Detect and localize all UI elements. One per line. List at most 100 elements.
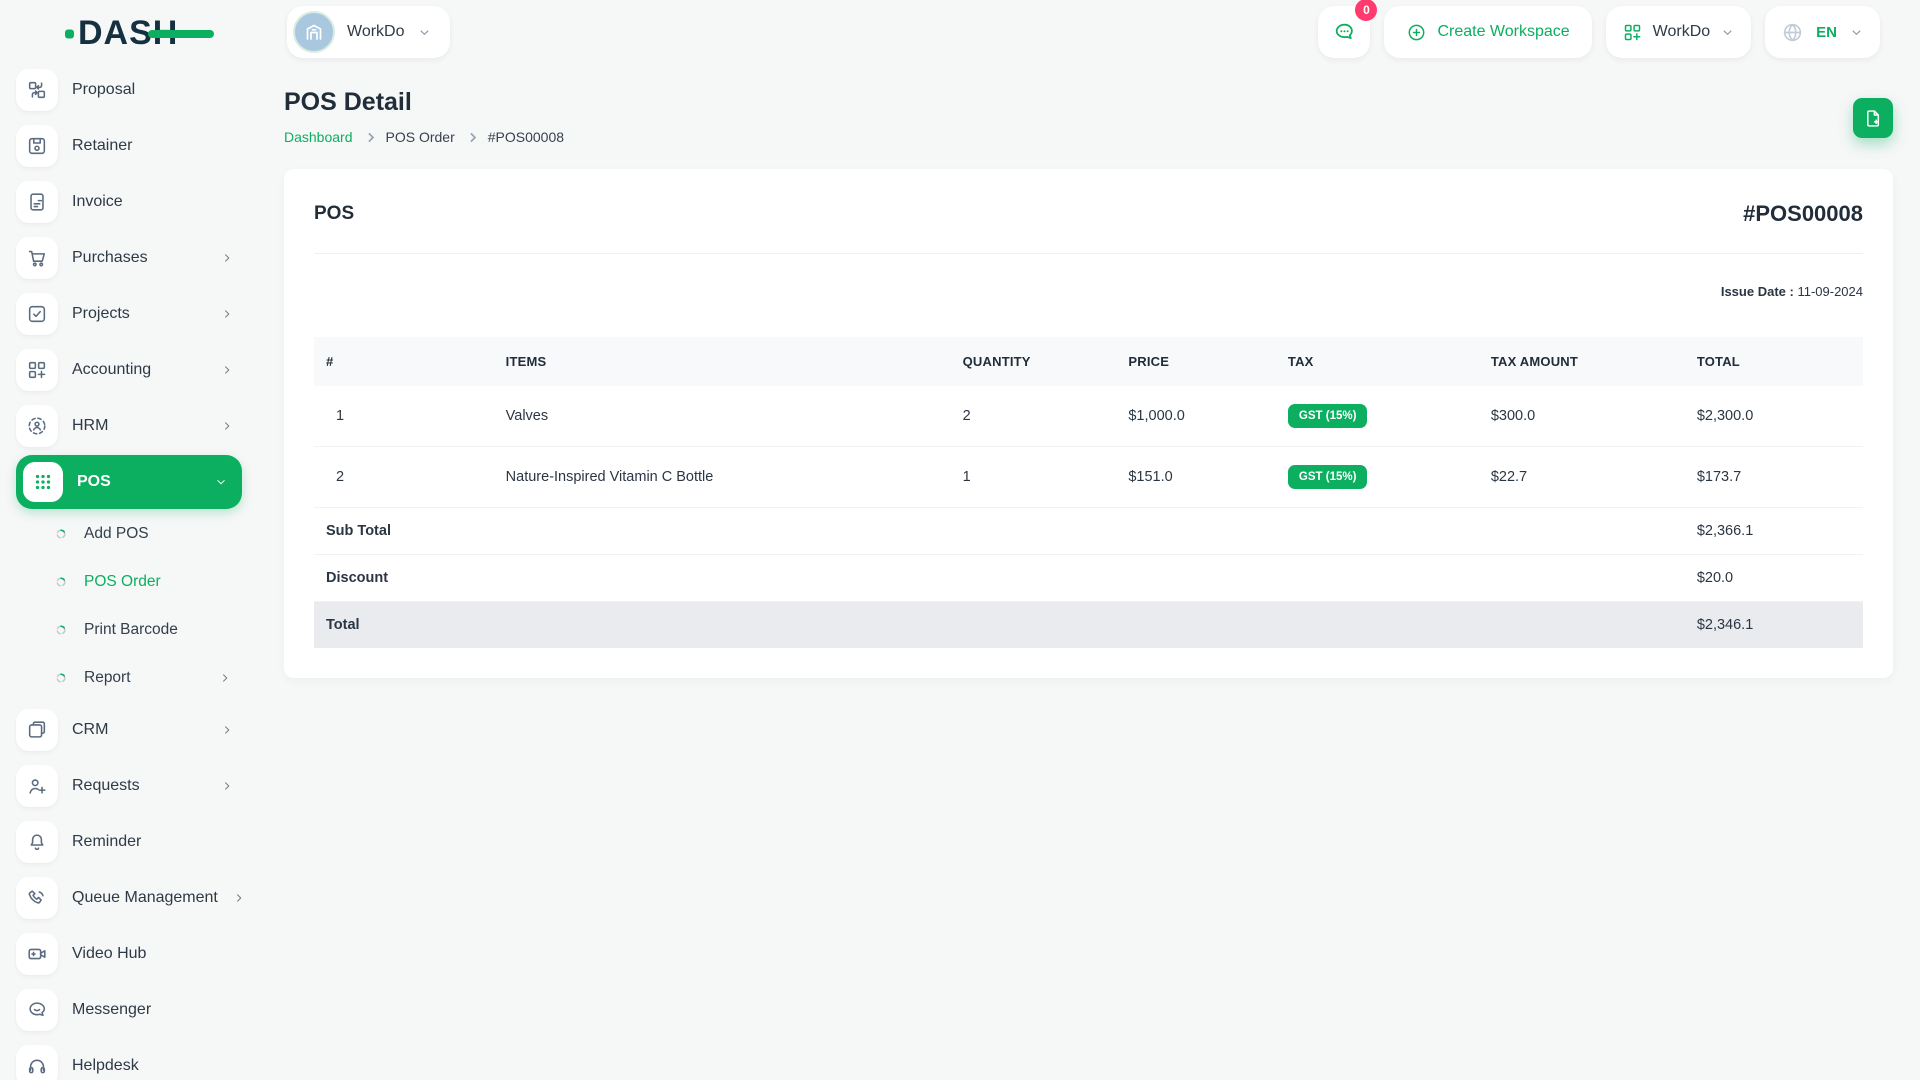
workspace-switcher[interactable]: WorkDo	[287, 6, 450, 58]
bullet-icon	[54, 575, 68, 589]
sidebar-subitem-label: Report	[84, 669, 131, 686]
sidebar-item[interactable]: Helpdesk	[16, 1038, 242, 1080]
breadcrumb-item[interactable]: POS Order	[386, 129, 455, 145]
sidebar-subitem[interactable]: POS Order	[16, 558, 242, 606]
sidebar-item-label: Video Hub	[72, 945, 147, 962]
page-header: POS Detail Dashboard POS Order #POS00008	[284, 82, 1893, 145]
pos-number: #POS00008	[1743, 201, 1863, 226]
table-row: 2 Nature-Inspired Vitamin C Bottle 1 $15…	[314, 446, 1863, 508]
breadcrumb-separator-icon	[466, 132, 477, 142]
cell-total: $173.7	[1684, 446, 1863, 508]
chevron-down-icon	[1849, 25, 1864, 40]
pos-detail-card: POS #POS00008 Issue Date : 11-09-2024 # I…	[284, 169, 1893, 678]
sidebar-item-icon-box	[16, 237, 58, 279]
sidebar-item-icon-box	[16, 765, 58, 807]
helpdesk-icon	[26, 1055, 48, 1077]
cell-price: $1,000.0	[1116, 386, 1276, 447]
cell-tax-amount: $300.0	[1478, 386, 1685, 447]
create-workspace-button[interactable]: Create Workspace	[1384, 6, 1592, 58]
bullet-icon	[54, 671, 68, 685]
app-logo[interactable]: DASH	[65, 14, 215, 53]
sidebar-item-icon-box	[16, 933, 58, 975]
sidebar-subitem[interactable]: Print Barcode	[16, 606, 242, 654]
table-column-header: TAX AMOUNT	[1478, 337, 1685, 386]
breadcrumb-item: #POS00008	[487, 129, 565, 145]
apps-dropdown[interactable]: WorkDo	[1605, 6, 1752, 58]
cell-quantity: 1	[950, 446, 1117, 508]
hrm-icon	[26, 415, 48, 437]
tax-badge: GST (15%)	[1287, 465, 1368, 489]
sidebar-item-icon-box	[16, 349, 58, 391]
sidebar-item-label: Proposal	[72, 81, 136, 98]
summary-row: Total $2,346.1	[314, 601, 1863, 648]
sidebar-subitem-label: Add POS	[84, 525, 149, 542]
table-column-header: TAX	[1275, 337, 1479, 386]
export-pos-button[interactable]	[1853, 98, 1893, 138]
sidebar-item[interactable]: Reminder	[16, 814, 242, 870]
main-content: POS Detail Dashboard POS Order #POS00008…	[256, 62, 1920, 1080]
cell-item: Valves	[493, 386, 951, 447]
pos-card-title: POS	[314, 203, 355, 224]
sidebar-item[interactable]: Accounting	[16, 342, 242, 398]
top-header: DASH WorkDo 0 Create Workspace WorkDo EN	[0, 0, 1920, 62]
sidebar-subitem-label: Print Barcode	[84, 621, 178, 638]
workspace-name: WorkDo	[347, 23, 405, 40]
table-summary: Sub Total $2,366.1 Discount $20.0 Total …	[314, 507, 1863, 648]
sidebar-item[interactable]: CRM	[16, 702, 242, 758]
sidebar-item[interactable]: Video Hub	[16, 926, 242, 982]
sidebar-item[interactable]: HRM	[16, 398, 242, 454]
chevron-down-icon	[417, 25, 432, 40]
table-column-header: TOTAL	[1684, 337, 1863, 386]
sidebar-item-icon-box	[23, 462, 63, 502]
chevron-right-icon	[220, 251, 234, 265]
pos-card-header: POS #POS00008	[314, 201, 1863, 254]
sidebar-item[interactable]: Projects	[16, 286, 242, 342]
sidebar-item-icon-box	[16, 69, 58, 111]
chevron-right-icon	[220, 419, 234, 433]
globe-icon	[1781, 21, 1804, 44]
reminder-icon	[26, 831, 48, 853]
requests-icon	[26, 775, 48, 797]
chevron-right-icon	[220, 723, 234, 737]
building-icon	[302, 20, 326, 44]
sidebar-item-label: Messenger	[72, 1001, 152, 1018]
language-dropdown[interactable]: EN	[1765, 6, 1880, 58]
cell-tax: GST (15%)	[1275, 446, 1479, 508]
table-row: 1 Valves 2 $1,000.0 GST (15%) $300.0 $2,…	[314, 386, 1863, 447]
sidebar-item-label: Accounting	[72, 361, 152, 378]
summary-value: $2,346.1	[1684, 601, 1863, 648]
sidebar-item[interactable]: Proposal	[16, 62, 242, 118]
sidebar-item-label: Purchases	[72, 249, 148, 266]
apps-grid-icon	[1622, 22, 1643, 43]
cell-total: $2,300.0	[1684, 386, 1863, 447]
bullet-icon	[54, 623, 68, 637]
sidebar-item[interactable]: POS	[16, 455, 242, 509]
sidebar-item[interactable]: Retainer	[16, 118, 242, 174]
chevron-right-icon	[218, 671, 232, 685]
sidebar-item-label: CRM	[72, 721, 109, 738]
sidebar-item[interactable]: Purchases	[16, 230, 242, 286]
chevron-right-icon	[220, 307, 234, 321]
messages-button[interactable]: 0	[1318, 0, 1378, 58]
cell-tax: GST (15%)	[1275, 386, 1479, 447]
sidebar-item-icon-box	[16, 405, 58, 447]
sidebar-subitem[interactable]: Report	[16, 654, 242, 702]
sidebar-item[interactable]: Messenger	[16, 982, 242, 1038]
proposal-icon	[26, 79, 48, 101]
sidebar-item[interactable]: Queue Management	[16, 870, 242, 926]
breadcrumb-item[interactable]: Dashboard	[284, 129, 353, 145]
table-body: 1 Valves 2 $1,000.0 GST (15%) $300.0 $2,…	[314, 386, 1863, 508]
sidebar-subitem[interactable]: Add POS	[16, 510, 242, 558]
sidebar-item[interactable]: Invoice	[16, 174, 242, 230]
sidebar-item-label: HRM	[72, 417, 109, 434]
accounting-icon	[26, 359, 48, 381]
breadcrumb-separator-icon	[364, 132, 374, 142]
summary-row: Sub Total $2,366.1	[314, 507, 1863, 555]
sidebar-item[interactable]: Requests	[16, 758, 242, 814]
sidebar-item-label: Requests	[72, 777, 140, 794]
breadcrumb: Dashboard POS Order #POS00008	[284, 129, 564, 145]
issue-date-value: 11-09-2024	[1797, 284, 1863, 299]
summary-label: Total	[314, 601, 1685, 648]
sidebar-item-icon-box	[16, 1045, 58, 1080]
messenger-icon	[26, 999, 48, 1021]
